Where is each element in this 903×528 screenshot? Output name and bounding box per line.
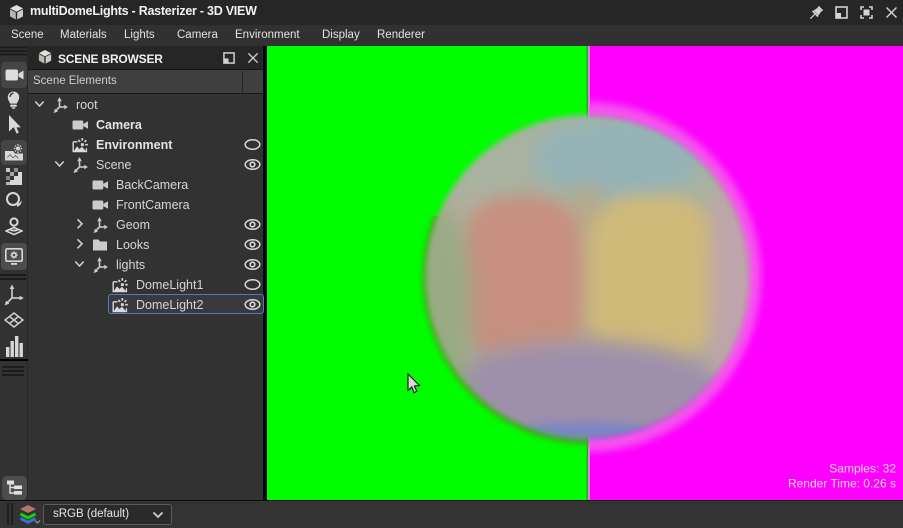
svg-text:Render Time: 0.26 s: Render Time: 0.26 s: [788, 477, 896, 491]
svg-text:Samples: 32: Samples: 32: [829, 462, 896, 476]
